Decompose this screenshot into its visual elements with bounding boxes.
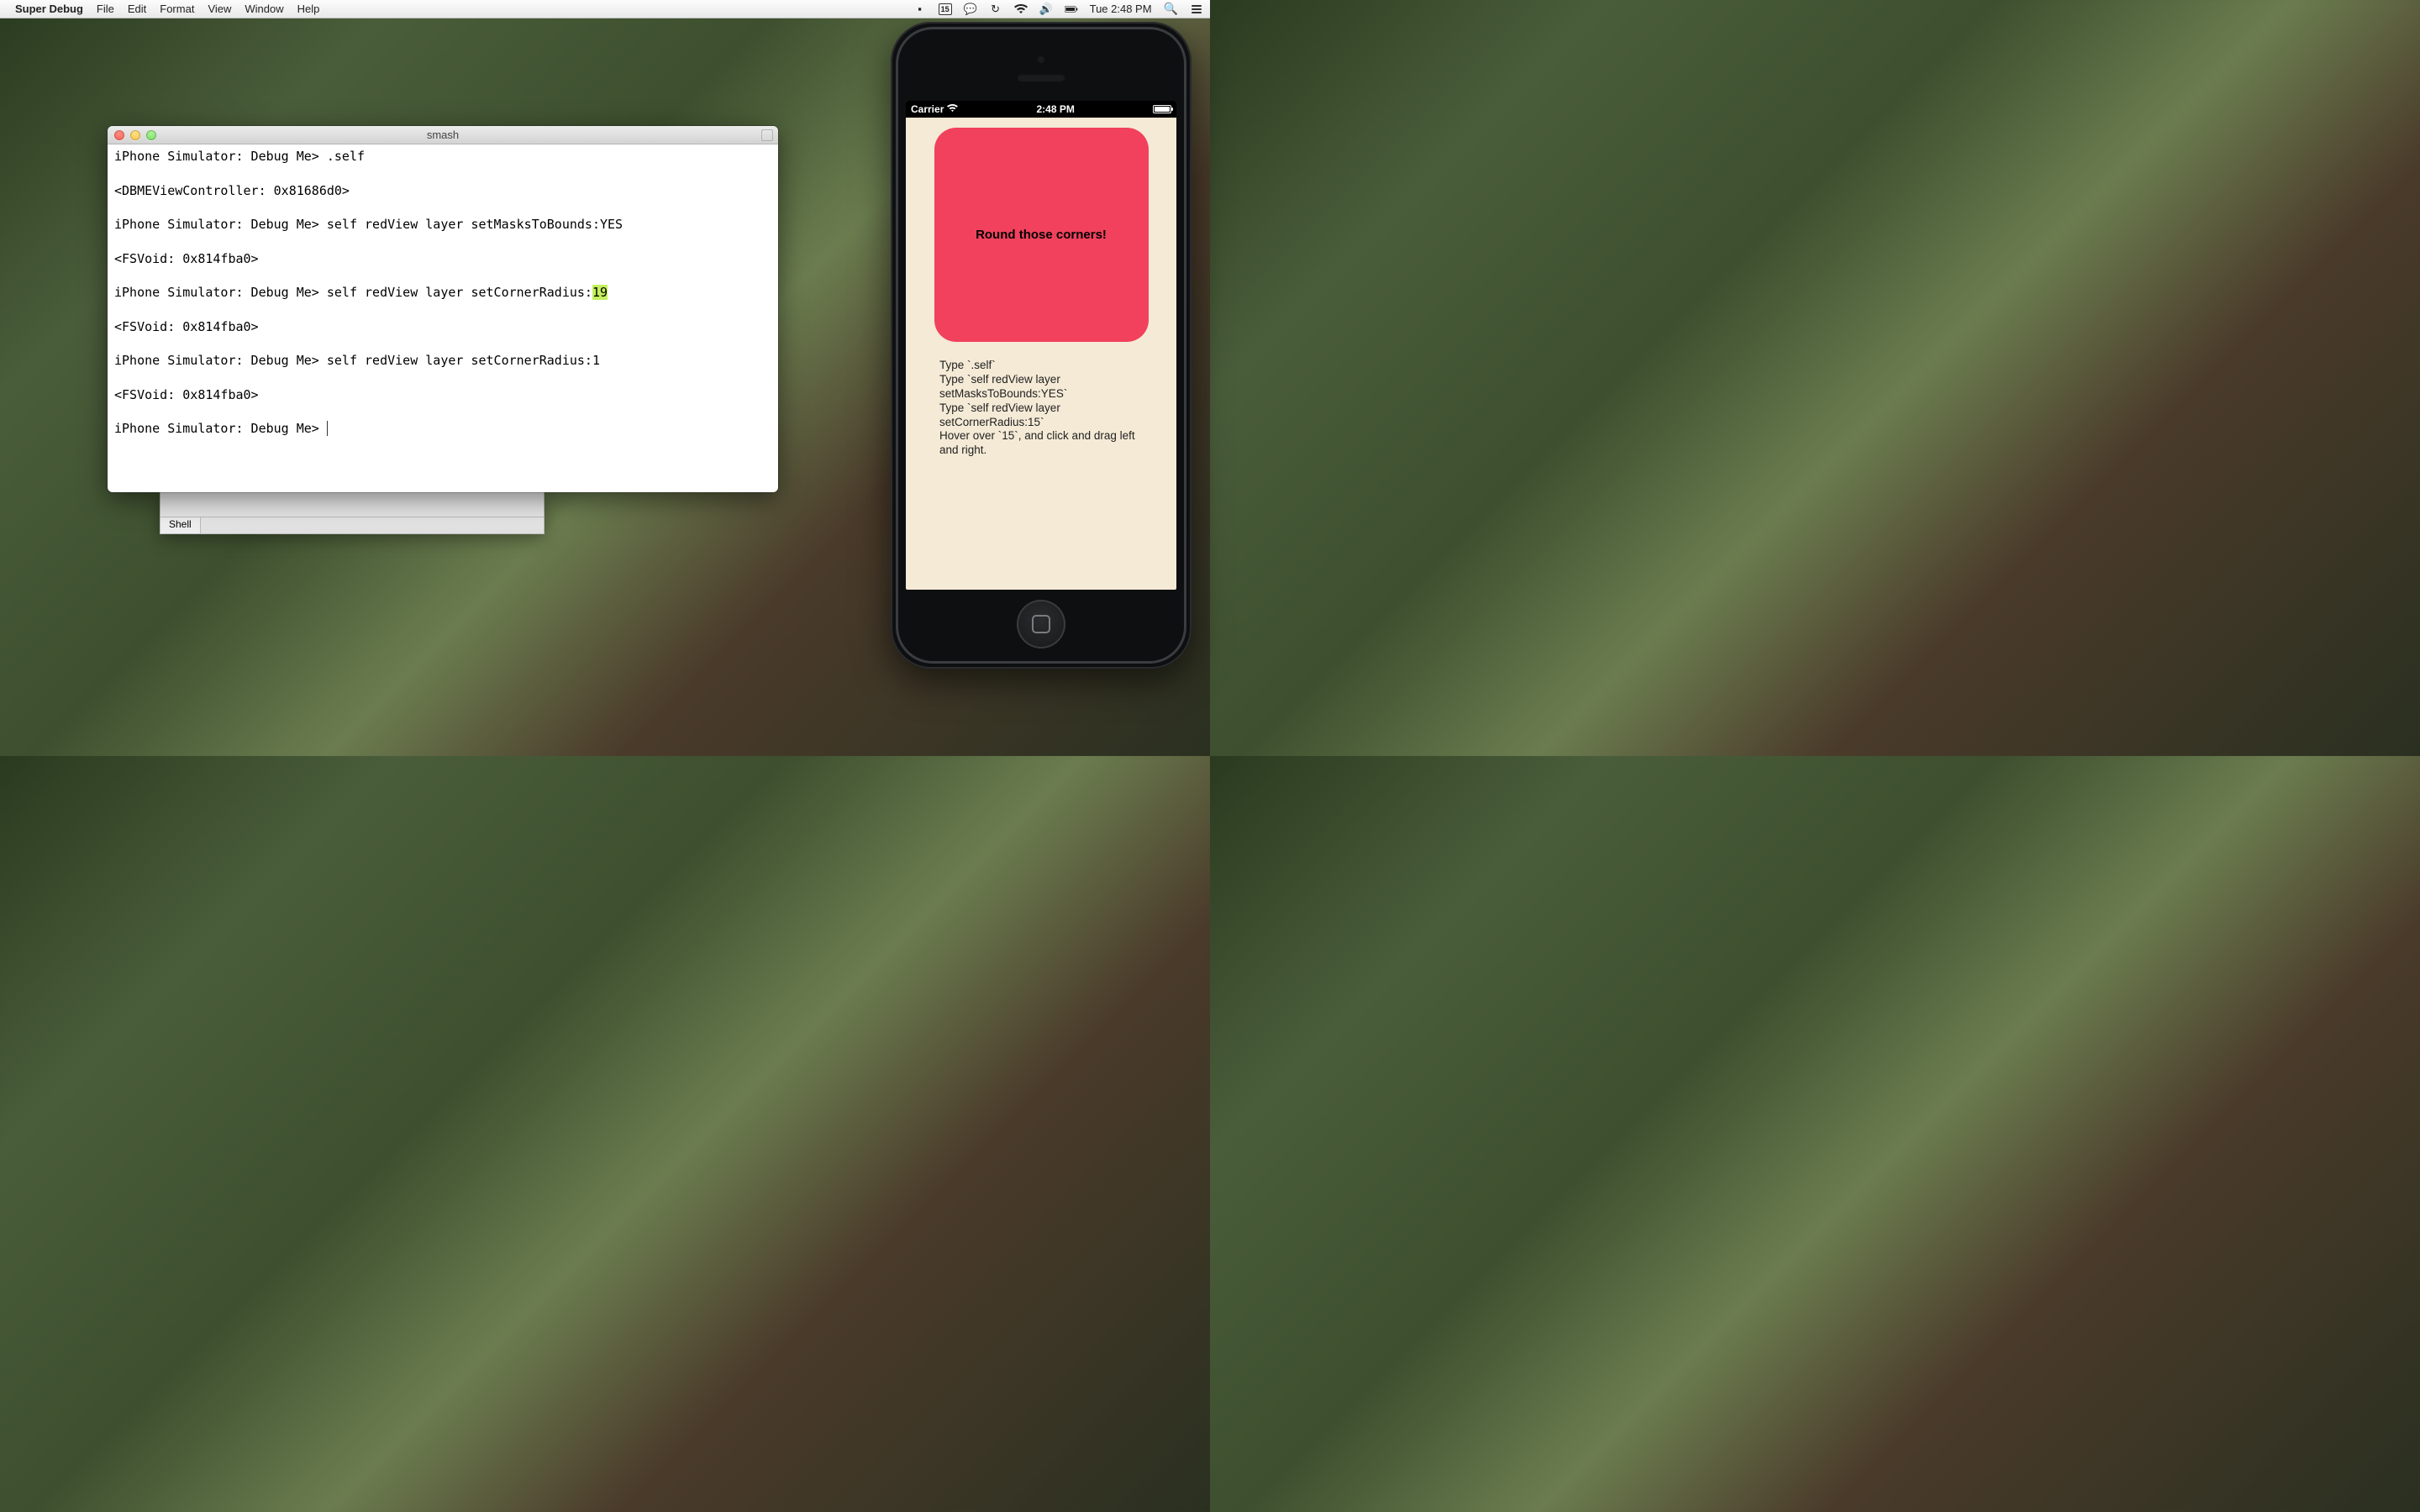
menu-format[interactable]: Format — [160, 3, 194, 15]
instruction-line: Type `self redView layer setMasksToBound… — [939, 373, 1143, 402]
spotlight-icon[interactable]: 🔍 — [1164, 2, 1178, 16]
ios-statusbar: Carrier 2:48 PM — [906, 101, 1176, 118]
front-camera-icon — [1037, 55, 1045, 64]
battery-icon — [1153, 105, 1171, 113]
ios-clock: 2:48 PM — [1037, 103, 1075, 115]
red-view-label: Round those corners! — [976, 228, 1107, 242]
instruction-line: Type `self redView layer setCornerRadius… — [939, 402, 1143, 430]
instructions: Type `.self` Type `self redView layer se… — [916, 359, 1166, 458]
app-indicator-icon[interactable]: ▪ — [913, 3, 927, 16]
close-button[interactable] — [114, 130, 124, 140]
clock[interactable]: Tue 2:48 PM — [1090, 3, 1152, 15]
wifi-icon — [947, 103, 958, 115]
menu-app[interactable]: Super Debug — [15, 3, 83, 15]
instruction-line: Type `.self` — [939, 359, 1143, 373]
window-title: smash — [108, 129, 778, 141]
menu-edit[interactable]: Edit — [128, 3, 146, 15]
calendar-icon[interactable]: 15 — [939, 3, 952, 15]
menu-view[interactable]: View — [208, 3, 231, 15]
menu-window[interactable]: Window — [245, 3, 283, 15]
minimize-button[interactable] — [130, 130, 140, 140]
instruction-line: Hover over `15`, and click and drag left… — [939, 429, 1143, 458]
chat-icon[interactable]: 💬 — [964, 3, 977, 16]
menu-help[interactable]: Help — [297, 3, 320, 15]
carrier-label: Carrier — [911, 103, 944, 115]
timemachine-icon[interactable]: ↻ — [989, 3, 1002, 16]
shell-tab[interactable]: Shell — [160, 517, 201, 533]
home-button[interactable] — [1017, 600, 1065, 648]
speaker-icon — [1017, 74, 1065, 82]
battery-icon[interactable] — [1065, 3, 1078, 16]
titlebar[interactable]: smash — [108, 126, 778, 144]
volume-icon[interactable]: 🔊 — [1039, 3, 1053, 16]
wifi-icon[interactable] — [1014, 3, 1028, 16]
fullscreen-icon[interactable] — [761, 129, 773, 141]
notification-center-icon[interactable] — [1190, 3, 1203, 16]
red-view: Round those corners! — [934, 128, 1149, 342]
menu-file[interactable]: File — [97, 3, 114, 15]
simulator-screen[interactable]: Carrier 2:48 PM Round those corners! Typ… — [906, 101, 1176, 590]
terminal-body[interactable]: iPhone Simulator: Debug Me> .self <DBMEV… — [108, 144, 778, 492]
menubar-right: ▪ 15 💬 ↻ 🔊 Tue 2:48 PM 🔍 — [913, 2, 1203, 16]
ios-simulator: Carrier 2:48 PM Round those corners! Typ… — [891, 22, 1192, 669]
background-window: Shell — [160, 492, 544, 534]
app-content: Round those corners! Type `.self` Type `… — [906, 118, 1176, 468]
terminal-window: smash iPhone Simulator: Debug Me> .self … — [108, 126, 778, 492]
menubar: Super Debug File Edit Format View Window… — [0, 0, 1210, 18]
zoom-button[interactable] — [146, 130, 156, 140]
